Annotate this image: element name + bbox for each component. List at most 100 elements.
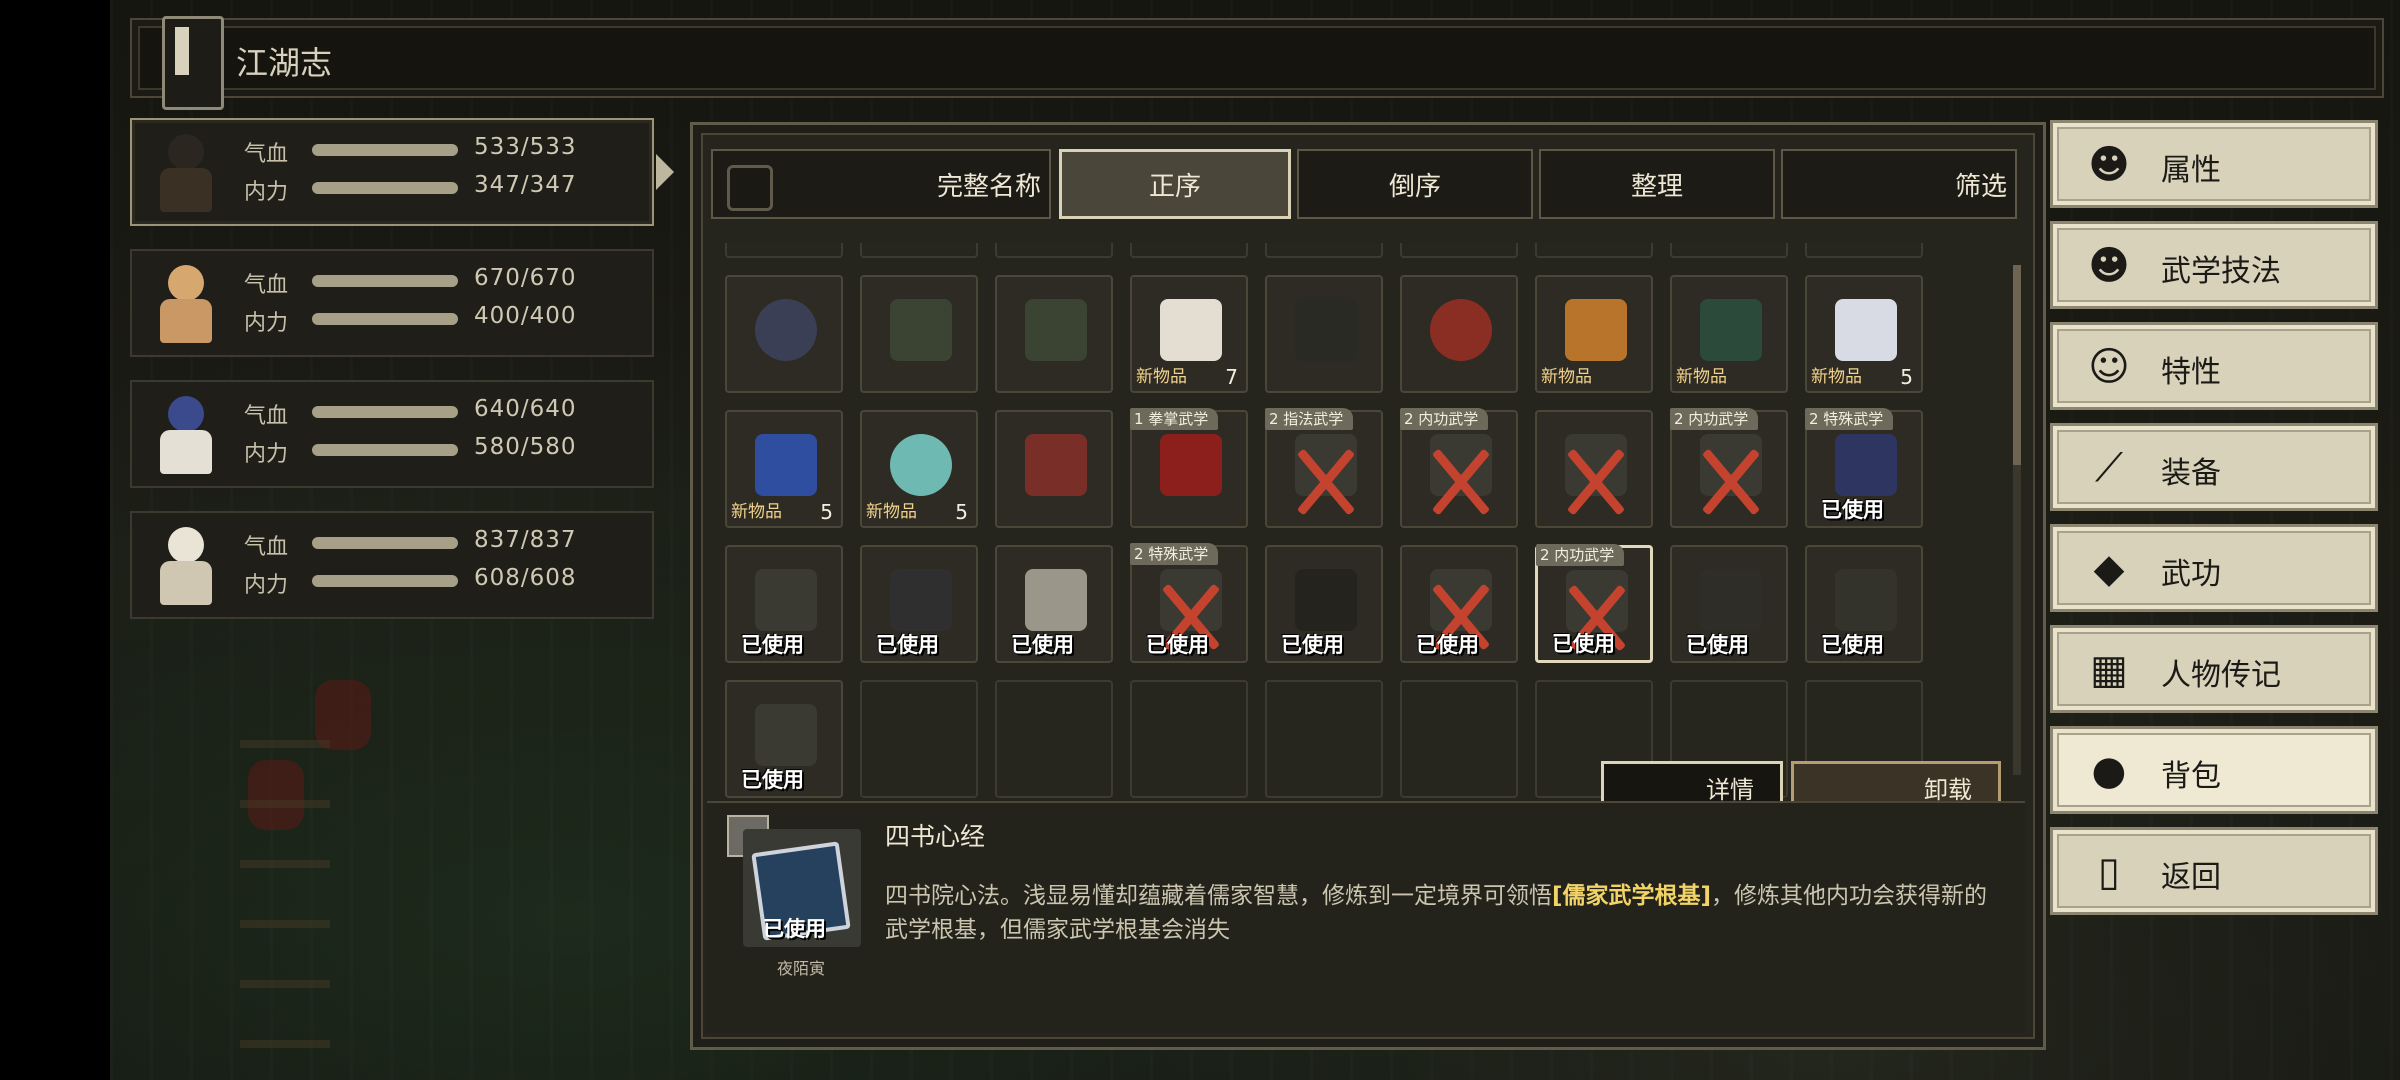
item-slot[interactable]: 已使用: [725, 545, 843, 663]
item-slot[interactable]: 新物品: [1535, 275, 1653, 393]
item-slot[interactable]: [1265, 275, 1383, 393]
menu-label: 装备: [2161, 456, 2221, 491]
item-slot[interactable]: [860, 243, 978, 258]
item-slot[interactable]: [995, 410, 1113, 528]
item-slot[interactable]: 2 内功武学 已使用: [1535, 544, 1653, 663]
tab-ascending[interactable]: 正序: [1059, 149, 1291, 219]
menu-item-equipment[interactable]: ⟋ 装备: [2050, 423, 2378, 511]
empty-item-slot[interactable]: [1400, 680, 1518, 798]
item-slot[interactable]: [995, 275, 1113, 393]
item-slot[interactable]: 已使用: [995, 545, 1113, 663]
door-icon: ▯: [2097, 849, 2120, 895]
item-slot[interactable]: 新物品 5: [725, 410, 843, 528]
avatar: [146, 130, 226, 214]
item-slot[interactable]: 新物品: [1670, 275, 1788, 393]
item-slot[interactable]: [1670, 243, 1788, 258]
item-slot[interactable]: 新物品 7: [1130, 275, 1248, 393]
cross-icon: [1430, 434, 1492, 496]
avatar-head: [168, 527, 204, 563]
item-slot[interactable]: [1400, 243, 1518, 258]
empty-item-slot[interactable]: [1130, 680, 1248, 798]
item-slot[interactable]: [1535, 243, 1653, 258]
item-slot[interactable]: 已使用: [860, 545, 978, 663]
robe-icon: [1835, 569, 1897, 631]
item-slot[interactable]: 已使用: [1400, 545, 1518, 663]
menu-item-biography[interactable]: ▦ 人物传记: [2050, 625, 2378, 713]
item-slot[interactable]: 2 内功武学: [1400, 408, 1518, 528]
menu-item-martial-techniques[interactable]: ☻ 武学技法: [2050, 221, 2378, 309]
party-member-3[interactable]: 气血 640/640 内力 580/580: [130, 380, 654, 488]
item-status-label: 已使用: [1821, 633, 1884, 657]
full-name-checkbox[interactable]: [727, 165, 773, 211]
book-icon: ◆: [2093, 546, 2125, 592]
item-slot[interactable]: 2 特殊武学 已使用: [1805, 408, 1923, 528]
menu-label: 背包: [2161, 759, 2221, 794]
item-status-label: 新物品: [731, 502, 782, 522]
biography-icon: ▦: [2090, 647, 2128, 693]
menu-item-return[interactable]: ▯ 返回: [2050, 827, 2378, 915]
party-member-4[interactable]: 气血 837/837 内力 608/608: [130, 511, 654, 619]
item-slot[interactable]: 新物品 5: [1805, 275, 1923, 393]
item-slot[interactable]: 已使用: [1805, 545, 1923, 663]
empty-item-slot[interactable]: [1265, 680, 1383, 798]
sort-tabs: 完整名称 正序 倒序 整理 筛选: [711, 149, 2019, 223]
item-slot[interactable]: [860, 275, 978, 393]
pouch-icon: [1430, 299, 1492, 361]
empty-item-slot[interactable]: [860, 680, 978, 798]
menu-label: 武功: [2161, 557, 2221, 592]
avatar: [146, 392, 226, 476]
item-slot[interactable]: 已使用: [725, 680, 843, 798]
scrollbar[interactable]: [2013, 265, 2021, 775]
book-icon: [1160, 434, 1222, 496]
empty-item-slot[interactable]: [995, 680, 1113, 798]
item-status-label: 已使用: [1821, 498, 1884, 522]
boots-icon: [1295, 569, 1357, 631]
item-slot[interactable]: [725, 243, 843, 258]
menu-item-traits[interactable]: ☺ 特性: [2050, 322, 2378, 410]
menu-item-attributes[interactable]: ☻ 属性: [2050, 120, 2378, 208]
item-slot[interactable]: [1265, 243, 1383, 258]
tab-filter[interactable]: 筛选: [1781, 149, 2017, 219]
item-slot[interactable]: [725, 275, 843, 393]
item-slot[interactable]: 已使用: [1265, 545, 1383, 663]
menu-item-martial-arts[interactable]: ◆ 武功: [2050, 524, 2378, 612]
menu-label: 属性: [2161, 153, 2221, 188]
item-slot[interactable]: 新物品 5: [860, 410, 978, 528]
item-slot[interactable]: 已使用: [1670, 545, 1788, 663]
hp-bar: [312, 275, 458, 287]
desc-text: 四书院心法。浅显易懂却蕴藏着儒家智慧，修炼到一定境界可领悟: [885, 883, 1552, 909]
item-slot[interactable]: [1805, 243, 1923, 258]
item-name: 四书心经: [885, 822, 986, 851]
item-slot[interactable]: 1 拳掌武学: [1130, 408, 1248, 528]
cross-icon: [1295, 434, 1357, 496]
menu-label: 人物传记: [2161, 658, 2281, 693]
hp-bar: [312, 537, 458, 549]
avatar-head: [168, 396, 204, 432]
item-slot[interactable]: 2 内功武学: [1670, 408, 1788, 528]
item-status-label: 已使用: [1416, 633, 1479, 657]
avatar-head: [168, 134, 204, 170]
tab-descending[interactable]: 倒序: [1297, 149, 1533, 219]
cloth-icon: [1835, 434, 1897, 496]
cross-icon: [1565, 434, 1627, 496]
item-slot[interactable]: [1130, 243, 1248, 258]
used-label: 已使用: [763, 917, 826, 941]
item-slot[interactable]: 2 特殊武学 已使用: [1130, 543, 1248, 663]
menu-item-backpack[interactable]: ● 背包: [2050, 726, 2378, 814]
scrollbar-thumb[interactable]: [2013, 265, 2021, 465]
bag-icon: ●: [2091, 748, 2127, 794]
item-detail-icon: 已使用: [743, 829, 861, 947]
knife-icon: [1700, 299, 1762, 361]
mp-bar: [312, 182, 458, 194]
party-member-2[interactable]: 气血 670/670 内力 400/400: [130, 249, 654, 357]
trait-person-icon: ☺: [2088, 344, 2130, 390]
item-description: 四书院心法。浅显易懂却蕴藏着儒家智慧，修炼到一定境界可领悟[儒家武学根基]，修炼…: [885, 879, 1995, 947]
tab-full-name[interactable]: 完整名称: [711, 149, 1051, 219]
tab-organize[interactable]: 整理: [1539, 149, 1775, 219]
item-slot[interactable]: 2 指法武学: [1265, 408, 1383, 528]
party-member-1[interactable]: 气血 533/533 内力 347/347: [130, 118, 674, 226]
item-detail: 已使用 夜陌寅 四书心经 四书院心法。浅显易懂却蕴藏着儒家智慧，修炼到一定境界可…: [707, 801, 2025, 1033]
item-slot[interactable]: [1400, 275, 1518, 393]
item-slot[interactable]: [995, 243, 1113, 258]
item-slot[interactable]: [1535, 410, 1653, 528]
